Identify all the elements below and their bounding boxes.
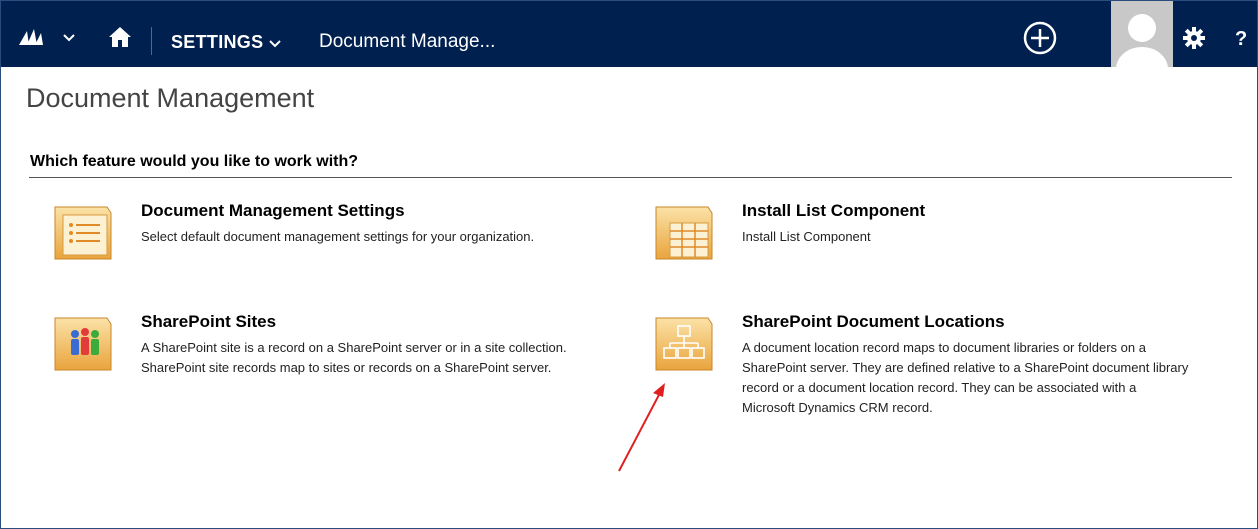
help-button[interactable]: ? [1235, 28, 1247, 51]
create-new-icon[interactable] [1023, 21, 1057, 55]
feature-description: Install List Component [742, 229, 871, 244]
chevron-down-icon [269, 32, 282, 53]
section-heading: Which feature would you like to work wit… [30, 153, 359, 170]
hierarchy-icon[interactable] [652, 312, 716, 376]
dynamics-logo-icon[interactable] [19, 27, 55, 45]
feature-description: A SharePoint site is a record on a Share… [141, 340, 567, 375]
annotation-arrow [615, 381, 675, 481]
user-avatar[interactable] [1111, 1, 1173, 67]
list-settings-icon[interactable] [51, 201, 115, 265]
page-title: Document Management [26, 83, 315, 113]
feature-description: Select default document management setti… [141, 229, 535, 244]
feature-title[interactable]: SharePoint Sites [141, 312, 276, 332]
chevron-down-icon[interactable] [63, 34, 75, 42]
breadcrumb[interactable]: Document Manage... [319, 31, 495, 53]
feature-title[interactable]: SharePoint Document Locations [742, 312, 1005, 332]
people-group-icon[interactable] [51, 312, 115, 376]
nav-divider [151, 27, 152, 55]
feature-description: A document location record maps to docum… [742, 340, 1189, 415]
table-grid-icon[interactable] [652, 201, 716, 265]
settings-menu-label: SETTINGS [171, 32, 264, 52]
feature-title[interactable]: Install List Component [742, 201, 925, 221]
top-navigation-bar: SETTINGS Document Manage... ? [1, 1, 1257, 67]
gear-icon[interactable] [1183, 27, 1205, 49]
feature-title[interactable]: Document Management Settings [141, 201, 405, 221]
heading-divider [29, 177, 1232, 178]
window-frame: SETTINGS Document Manage... ? Document M… [0, 0, 1258, 529]
home-icon[interactable] [109, 27, 131, 47]
settings-menu-button[interactable]: SETTINGS [171, 32, 282, 53]
